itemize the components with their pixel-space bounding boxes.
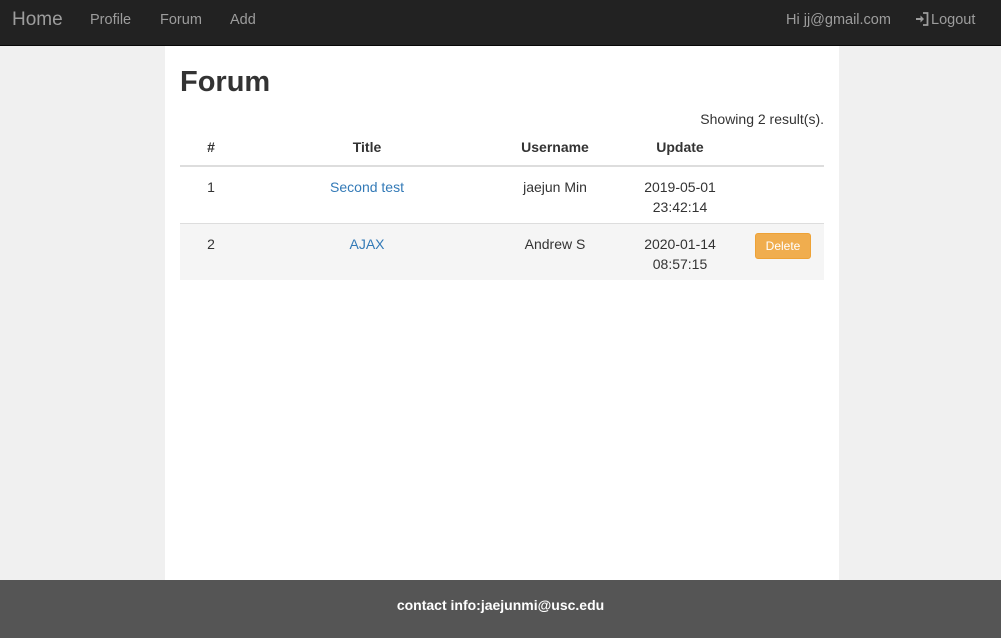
- row-username: jaejun Min: [492, 165, 618, 223]
- row-action-cell: [742, 165, 824, 223]
- row-update: 2019-05-01 23:42:14: [618, 165, 742, 223]
- row-number: 1: [180, 165, 242, 223]
- post-title-link[interactable]: AJAX: [349, 236, 384, 252]
- header-username: Username: [492, 129, 618, 167]
- row-title-cell: Second test: [242, 165, 492, 223]
- footer-contact: contact info:jaejunmi@usc.edu: [396, 597, 605, 613]
- header-update: Update: [618, 129, 742, 167]
- forum-table: # Title Username Update 1 Second test ja…: [180, 129, 824, 280]
- nav-add-link[interactable]: Add: [230, 0, 256, 45]
- row-number: 2: [180, 222, 242, 280]
- table-row: 2 AJAX Andrew S 2020-01-14 08:57:15 Dele…: [180, 222, 824, 280]
- header-action: [742, 129, 824, 167]
- footer: contact info:jaejunmi@usc.edu: [0, 580, 1001, 638]
- nav-profile-link[interactable]: Profile: [90, 0, 131, 45]
- row-update: 2020-01-14 08:57:15: [618, 222, 742, 280]
- logout-link[interactable]: Logout: [915, 0, 975, 45]
- result-count: Showing 2 result(s).: [700, 111, 824, 127]
- header-title: Title: [242, 129, 492, 167]
- row-update-date: 2019-05-01: [644, 179, 716, 195]
- header-number: #: [180, 129, 242, 167]
- row-update-time: 08:57:15: [652, 255, 708, 272]
- navbar: Home Profile Forum Add Hi jj@gmail.com L…: [0, 0, 1001, 46]
- row-update-time: 23:42:14: [652, 199, 708, 215]
- page-title: Forum: [180, 66, 271, 98]
- user-greeting-link[interactable]: Hi jj@gmail.com: [786, 0, 891, 45]
- log-in-icon: [916, 12, 929, 26]
- row-title-cell: AJAX: [242, 222, 492, 280]
- logout-label: Logout: [931, 12, 976, 28]
- delete-button[interactable]: Delete: [754, 232, 812, 259]
- table-header-row: # Title Username Update: [180, 129, 824, 167]
- nav-forum-link[interactable]: Forum: [160, 0, 202, 45]
- table-row: 1 Second test jaejun Min 2019-05-01 23:4…: [180, 165, 824, 223]
- nav-home-link[interactable]: Home: [12, 0, 63, 45]
- row-username: Andrew S: [492, 222, 618, 280]
- row-update-date: 2020-01-14: [644, 235, 716, 252]
- row-action-cell: Delete: [742, 222, 824, 280]
- post-title-link[interactable]: Second test: [330, 179, 404, 195]
- main-container: Forum Showing 2 result(s). # Title Usern…: [165, 46, 839, 580]
